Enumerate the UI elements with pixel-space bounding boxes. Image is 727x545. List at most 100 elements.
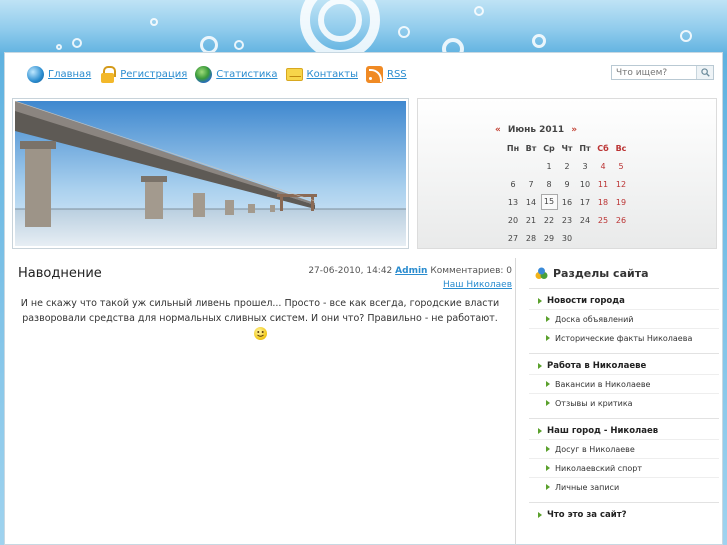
calendar-day: 12	[615, 179, 627, 189]
nav-item-registration[interactable]: Регистрация	[99, 65, 187, 83]
sidebar-category[interactable]: Что это за сайт?	[529, 507, 719, 523]
nav-label[interactable]: Главная	[48, 69, 91, 80]
nav-label[interactable]: Контакты	[307, 69, 358, 80]
post-body: И не скажу что такой уж сильный ливень п…	[18, 296, 502, 341]
sidebar-subitem[interactable]: Исторические факты Николаева	[529, 328, 719, 347]
weekday-label: Сб	[597, 143, 609, 153]
nav-item-rss[interactable]: RSS	[366, 65, 407, 83]
calendar-day: 26	[615, 215, 627, 225]
subitem-label[interactable]: Досуг в Николаеве	[555, 445, 635, 454]
post-category-link[interactable]: Наш Николаев	[308, 278, 512, 292]
calendar-day: 8	[546, 179, 552, 189]
nav-item-contacts[interactable]: Контакты	[285, 67, 358, 81]
calendar-day: 18	[597, 197, 609, 207]
sidebar-subitem[interactable]: Личные записи	[529, 477, 719, 496]
sidebar-subitem[interactable]: Вакансии в Николаеве	[529, 374, 719, 393]
calendar-day: 23	[561, 215, 573, 225]
calendar-day: 13	[507, 197, 519, 207]
post-date: 27-06-2010, 14:42	[308, 266, 393, 276]
sidebar-subitem[interactable]: Досуг в Николаеве	[529, 439, 719, 458]
bullet-icon	[546, 465, 550, 471]
earth-icon	[195, 65, 213, 83]
calendar-next-button[interactable]: »	[571, 125, 577, 135]
calendar-prev-button[interactable]: «	[495, 125, 501, 135]
weekday-label: Пт	[579, 143, 591, 153]
calendar-day: 17	[579, 197, 591, 207]
calendar-day: 11	[597, 179, 609, 189]
nav-item-home[interactable]: Главная	[27, 65, 91, 83]
calendar-day	[576, 229, 594, 247]
subitem-label[interactable]: Доска объявлений	[555, 315, 634, 324]
post-title[interactable]: Наводнение	[18, 266, 102, 281]
header-banner	[12, 98, 409, 249]
calendar-day	[522, 157, 540, 175]
sidebar-group: Новости города Доска объявлений Историче…	[529, 288, 719, 347]
sidebar-group: Что это за сайт?	[529, 502, 719, 523]
subitem-label[interactable]: Отзывы и критика	[555, 399, 633, 408]
top-navigation: Главная Регистрация Статистика Контакты …	[27, 63, 415, 85]
calendar-day: 24	[579, 215, 591, 225]
nav-label[interactable]: Статистика	[216, 69, 277, 80]
category-label[interactable]: Что это за сайт?	[547, 510, 627, 520]
search-input[interactable]	[612, 66, 696, 79]
calendar-day: 9	[564, 179, 570, 189]
calendar-day: 22	[543, 215, 555, 225]
header-decoration	[0, 0, 727, 60]
sidebar-category[interactable]: Работа в Николаеве	[529, 358, 719, 374]
subitem-label[interactable]: Вакансии в Николаеве	[555, 380, 650, 389]
bullet-icon	[546, 400, 550, 406]
bullet-icon	[538, 512, 542, 518]
calendar-day: 21	[525, 215, 537, 225]
calendar-day: 10	[579, 179, 591, 189]
calendar-day: 19	[615, 197, 627, 207]
calendar-day: 20	[507, 215, 519, 225]
calendar-day: 29	[543, 233, 555, 243]
calendar-day: 3	[582, 161, 588, 171]
bullet-icon	[546, 446, 550, 452]
sidebar-subitem[interactable]: Доска объявлений	[529, 309, 719, 328]
weekday-label: Вт	[525, 143, 537, 153]
bullet-icon	[546, 484, 550, 490]
calendar-day	[504, 157, 522, 175]
sidebar-subitem[interactable]: Николаевский спорт	[529, 458, 719, 477]
post-meta: 27-06-2010, 14:42 Admin Комментариев: 0 …	[308, 264, 512, 292]
category-label[interactable]: Работа в Николаеве	[547, 361, 646, 371]
subitem-label[interactable]: Исторические факты Николаева	[555, 334, 692, 343]
calendar-day: 14	[525, 197, 537, 207]
calendar-grid: Пн Вт Ср Чт Пт Сб Вс 1 2 3 4 5 6 7 8 9 1…	[504, 139, 630, 247]
calendar-day: 27	[507, 233, 519, 243]
bridge-photo	[15, 101, 406, 246]
calendar-day: 6	[510, 179, 516, 189]
mail-icon	[285, 67, 303, 81]
sidebar-category[interactable]: Новости города	[529, 293, 719, 309]
sidebar-subitem[interactable]: Отзывы и критика	[529, 393, 719, 412]
calendar-day: 28	[525, 233, 537, 243]
calendar-month: Июнь 2011	[507, 125, 565, 135]
sections-icon	[535, 267, 548, 280]
nav-label[interactable]: RSS	[387, 69, 407, 80]
category-label[interactable]: Новости города	[547, 296, 625, 306]
sidebar-category[interactable]: Наш город - Николаев	[529, 423, 719, 439]
calendar-day-today: 15	[540, 193, 558, 211]
sidebar-header: Разделы сайта	[529, 258, 719, 288]
subitem-label[interactable]: Николаевский спорт	[555, 464, 642, 473]
main-content: Наводнение 27-06-2010, 14:42 Admin Комме…	[12, 258, 516, 545]
calendar-day: 1	[546, 161, 552, 171]
calendar-day: 16	[561, 197, 573, 207]
category-label[interactable]: Наш город - Николаев	[547, 426, 658, 436]
subitem-label[interactable]: Личные записи	[555, 483, 619, 492]
search-button[interactable]	[696, 66, 713, 79]
nav-label[interactable]: Регистрация	[120, 69, 187, 80]
sidebar-group: Работа в Николаеве Вакансии в Николаеве …	[529, 353, 719, 412]
weekday-label: Чт	[561, 143, 573, 153]
bullet-icon	[538, 428, 542, 434]
page-container: Главная Регистрация Статистика Контакты …	[4, 52, 723, 545]
sidebar-title: Разделы сайта	[553, 266, 649, 280]
rss-icon	[366, 65, 383, 83]
post-author-link[interactable]: Admin	[395, 266, 427, 276]
calendar: « Июнь 2011 » Пн Вт Ср Чт Пт Сб Вс 1 2 3 4…	[417, 98, 717, 249]
today-marker: 15	[540, 194, 558, 210]
search-box	[611, 65, 714, 80]
calendar-day	[612, 229, 630, 247]
nav-item-statistics[interactable]: Статистика	[195, 65, 278, 83]
